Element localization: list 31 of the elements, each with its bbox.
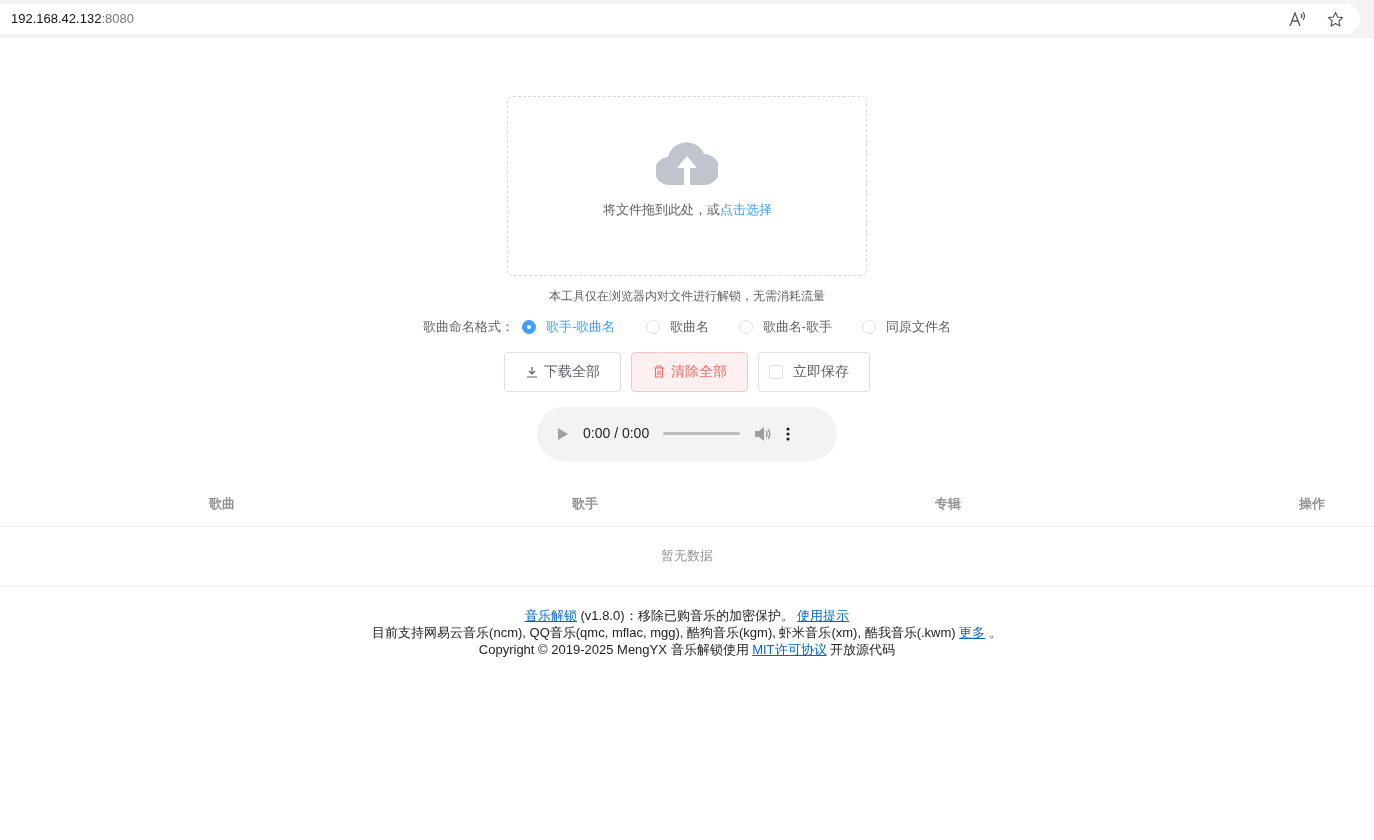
time-display: 0:00 / 0:00 <box>583 424 650 443</box>
column-header: 专辑 <box>935 496 961 512</box>
cloud-upload-icon <box>656 140 718 185</box>
upload-prompt: 将文件拖到此处，或点击选择 <box>602 201 772 219</box>
star-icon[interactable] <box>1327 10 1344 28</box>
audio-player[interactable]: 0:00 / 0:00 <box>537 406 837 461</box>
column-header: 歌手 <box>572 496 598 512</box>
radio-option[interactable]: 同原文件名 <box>861 317 951 337</box>
empty-table-text: 暂无数据 <box>661 547 713 566</box>
radio-option[interactable]: 歌曲名 <box>645 317 709 337</box>
download-all-button[interactable]: 下载全部 <box>504 351 621 392</box>
notice-text: 本工具仅在浏览器内对文件进行解锁，无需消耗流量 <box>549 288 825 305</box>
upload-dropzone[interactable]: 将文件拖到此处，或点击选择 <box>507 96 867 276</box>
save-immediately-checkbox[interactable]: 立即保存 <box>758 351 870 392</box>
footer-link[interactable]: MIT许可协议 <box>752 641 827 657</box>
footer-link[interactable]: 音乐解锁 <box>524 607 577 623</box>
footer-link[interactable]: 更多 <box>959 624 986 640</box>
more-options-icon[interactable] <box>786 426 791 441</box>
naming-format-label: 歌曲命名格式： <box>423 318 515 336</box>
read-aloud-icon[interactable] <box>1289 11 1307 27</box>
footer-text: 目前支持网易云音乐(ncm), QQ音乐(qmc, mflac, mgg), 酷狗音乐(kgm), 虾米音乐(xm), 酷我音乐(.kwm) 更多 。 <box>372 623 1002 641</box>
url-text: 192.168.42.132:8080 <box>11 10 134 29</box>
footer-text: Copyright © 2019-2025 MengYX 音乐解锁使用 MIT许可协议 开放源代码 <box>478 640 896 658</box>
footer-link[interactable]: 使用提示 <box>797 607 850 623</box>
footer-text: 音乐解锁 (v1.8.0)：移除已购音乐的加密保护。 使用提示 <box>524 606 850 624</box>
address-bar[interactable]: 192.168.42.132:8080 <box>0 4 1360 34</box>
radio-option[interactable]: 歌曲名-歌手 <box>738 317 832 337</box>
download-icon <box>525 365 538 378</box>
column-header: 歌曲 <box>209 496 235 512</box>
column-header: 操作 <box>1299 496 1325 512</box>
trash-icon <box>652 365 665 378</box>
